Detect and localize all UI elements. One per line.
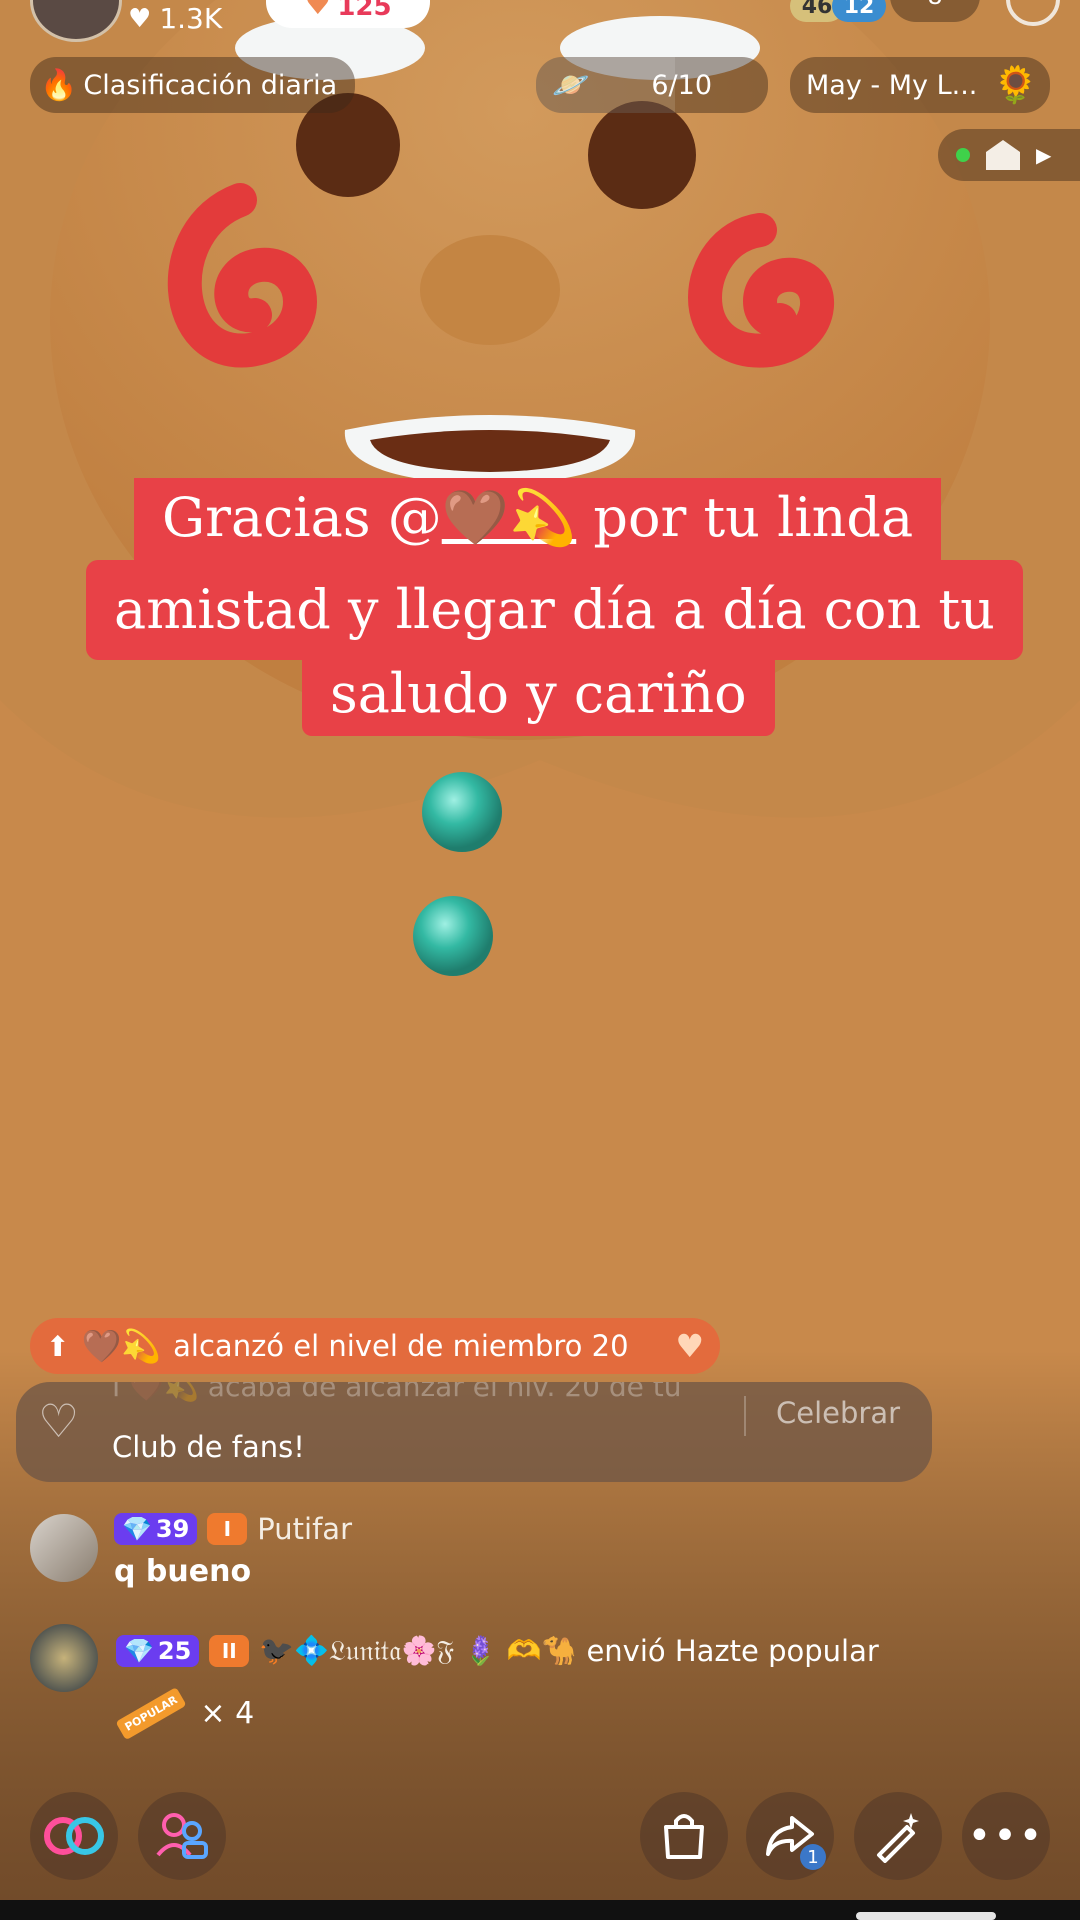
caption-line-2: amistad y llegar día a día con tu <box>86 560 1023 660</box>
goal-progress-pill[interactable]: 🪐 6/10 <box>536 57 768 113</box>
song-pill[interactable]: May - My L... 🌻 <box>790 57 1050 113</box>
live-controls-pill[interactable]: ▶ <box>938 129 1080 181</box>
magic-wand-icon <box>877 1813 919 1863</box>
avatar[interactable] <box>30 1514 98 1582</box>
fan-heart-icon: ♥ <box>675 1327 704 1365</box>
comment-username[interactable]: Putifar <box>257 1512 352 1546</box>
comment-item: 💎 25 II 🐦‍⬛💠𝔏𝔲𝔫𝔦𝔱𝔞🌸𝔉 🪻 🫶🐪 envió Hazte pop… <box>30 1624 1060 1744</box>
sunflower-icon: 🌻 <box>993 65 1038 106</box>
fan-badge: I <box>207 1513 248 1545</box>
card-divider <box>744 1396 746 1436</box>
more-button[interactable]: ••• <box>962 1792 1050 1880</box>
link-icon <box>44 1817 104 1855</box>
caption-line-1: Gracias @🤎💫 por tu linda <box>134 478 942 562</box>
celebrate-button[interactable]: Celebrar <box>776 1396 900 1430</box>
people-icon <box>156 1813 208 1859</box>
shopping-bag-icon <box>664 1814 704 1859</box>
comment-username[interactable]: 🐦‍⬛💠𝔏𝔲𝔫𝔦𝔱𝔞🌸𝔉 🪻 🫶🐪 <box>259 1634 576 1668</box>
chevron-right-icon: ▶ <box>1036 143 1052 167</box>
heart-gift-icon: ♥ <box>304 0 332 22</box>
effects-button[interactable] <box>854 1792 942 1880</box>
viewer-count[interactable]: 8 <box>890 0 980 22</box>
share-button[interactable]: 1 <box>746 1792 834 1880</box>
caption-mention[interactable]: 🤎💫 <box>442 486 576 549</box>
viewer-badge-2: 12 <box>832 0 886 22</box>
comment-item: 💎 39 I Putifar q bueno <box>30 1512 1050 1598</box>
comment-text: q bueno <box>114 1554 252 1589</box>
member-level-notice: ⬆ 🤎💫 alcanzó el nivel de miembro 20 ♥ <box>30 1318 720 1374</box>
live-dot-icon <box>956 148 970 162</box>
shop-button[interactable] <box>640 1792 728 1880</box>
fire-icon: 🔥 <box>40 67 78 103</box>
diamond-icon: 💎 <box>122 1515 152 1543</box>
comment-text: envió Hazte popular <box>586 1634 879 1668</box>
avatar[interactable] <box>30 1624 98 1692</box>
fan-badge: II <box>209 1635 250 1667</box>
arrow-up-icon: ⬆ <box>46 1329 70 1363</box>
diamond-icon: 💎 <box>124 1637 154 1665</box>
top-viewer-badges[interactable]: 46 12 <box>790 0 886 22</box>
home-indicator <box>856 1912 996 1920</box>
level-badge: 💎 25 <box>116 1635 200 1667</box>
gift-counter[interactable]: ♥ 125 <box>266 0 430 28</box>
likes-counter: ♥ 1.3K <box>128 2 223 35</box>
daily-ranking-pill[interactable]: 🔥 Clasificación diaria <box>30 57 356 113</box>
planet-icon: 🪐 <box>552 67 590 103</box>
popular-gift-icon: POPULAR <box>115 1686 187 1741</box>
heart-outline-icon: ♡ <box>38 1394 80 1448</box>
level-badge: 💎 39 <box>114 1513 198 1545</box>
fanclub-card: ♡ I 🤎💫 acaba de alcanzar el niv. 20 de t… <box>16 1382 932 1482</box>
heart-icon: ♥ <box>128 3 152 34</box>
home-play-icon <box>986 140 1020 170</box>
caption-line-3: saludo y cariño <box>302 654 775 736</box>
link-button[interactable] <box>30 1792 118 1880</box>
share-count: 1 <box>800 1844 826 1870</box>
people-button[interactable] <box>138 1792 226 1880</box>
more-icon: ••• <box>967 1813 1045 1859</box>
